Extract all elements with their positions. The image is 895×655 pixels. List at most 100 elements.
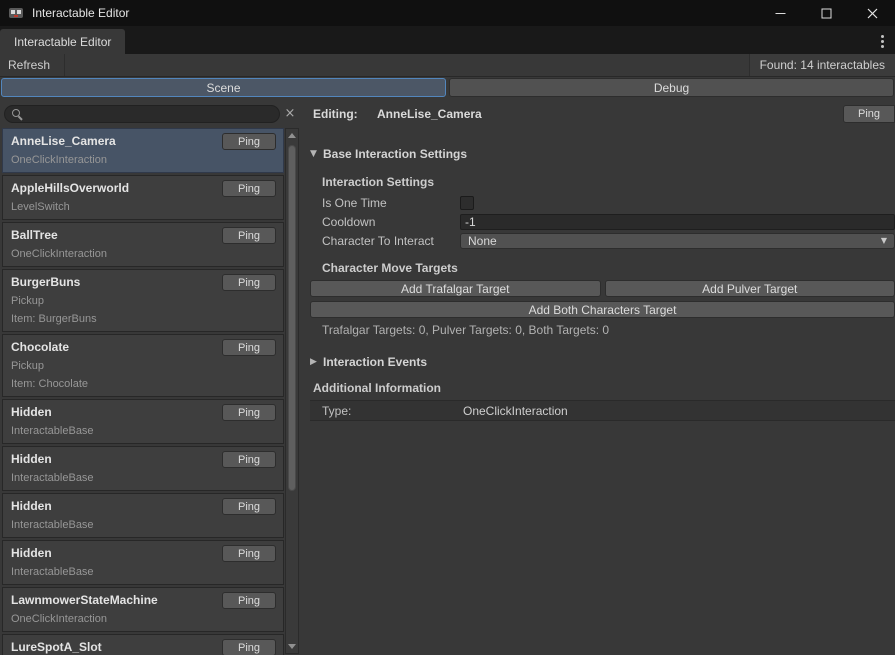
item-subline: OneClickInteraction (11, 247, 275, 261)
is-one-time-checkbox[interactable] (460, 196, 474, 210)
interactable-list: AnneLise_Camera OneClickInteraction Ping… (2, 128, 284, 655)
tab-interactable-editor[interactable]: Interactable Editor (0, 29, 125, 54)
target-buttons-row: Add Trafalgar Target Add Pulver Target (310, 280, 895, 297)
list-item[interactable]: AppleHillsOverworld LevelSwitch Ping (2, 175, 284, 220)
view-tabs: Scene Debug (1, 78, 894, 97)
item-subline: OneClickInteraction (11, 612, 275, 626)
list-item[interactable]: BurgerBuns PickupItem: BurgerBuns Ping (2, 269, 284, 332)
ping-button[interactable]: Ping (222, 133, 276, 150)
item-subline: InteractableBase (11, 518, 275, 532)
list-item[interactable]: Hidden InteractableBase Ping (2, 446, 284, 491)
cooldown-row: Cooldown (322, 213, 895, 230)
scroll-down-icon[interactable] (288, 644, 296, 649)
interactable-editor-window: Interactable Editor Interactable Editor … (0, 0, 895, 655)
type-value: OneClickInteraction (463, 404, 568, 418)
inspector-ping-button[interactable]: Ping (843, 105, 895, 123)
cooldown-label: Cooldown (322, 215, 460, 229)
character-to-interact-row: Character To Interact None ▼ (322, 232, 895, 249)
ping-button[interactable]: Ping (222, 274, 276, 291)
list-item[interactable]: Hidden InteractableBase Ping (2, 493, 284, 538)
window-title: Interactable Editor (32, 6, 129, 20)
close-icon[interactable] (849, 0, 895, 26)
additional-information-header: Additional Information (313, 381, 441, 395)
foldout-label: Interaction Events (323, 355, 427, 369)
list-item[interactable]: BallTree OneClickInteraction Ping (2, 222, 284, 267)
window-controls (757, 0, 895, 26)
item-sublines: Pickup Item: BurgerBuns (11, 294, 275, 326)
item-subline: InteractableBase (11, 565, 275, 579)
type-row: Type: OneClickInteraction (310, 400, 895, 421)
scroll-up-icon[interactable] (288, 133, 296, 138)
search-icon (12, 109, 23, 120)
tab-scene[interactable]: Scene (1, 78, 446, 97)
ping-button[interactable]: Ping (222, 404, 276, 421)
add-pulver-target-button[interactable]: Add Pulver Target (605, 280, 895, 297)
character-dropdown[interactable]: None ▼ (460, 233, 895, 249)
ping-button[interactable]: Ping (222, 180, 276, 197)
item-subline: LevelSwitch (11, 200, 275, 214)
editor-tabstrip: Interactable Editor (0, 26, 895, 54)
foldout-open-icon: ▼ (310, 149, 323, 159)
foldout-label: Base Interaction Settings (323, 147, 467, 161)
item-sublines: OneClickInteraction (11, 612, 275, 626)
list-item[interactable]: Hidden InteractableBase Ping (2, 399, 284, 444)
inspector-panel: Editing: AnneLise_Camera Ping ▼ Base Int… (300, 97, 895, 655)
scroll-thumb[interactable] (288, 145, 296, 491)
search-box[interactable] (4, 105, 280, 123)
content: × AnneLise_Camera OneClickInteraction Pi… (0, 97, 895, 655)
search-row: × (4, 105, 298, 123)
is-one-time-label: Is One Time (322, 196, 460, 210)
ping-button[interactable]: Ping (222, 339, 276, 356)
kebab-menu-icon[interactable] (875, 33, 889, 49)
editing-value: AnneLise_Camera (377, 107, 482, 121)
character-dropdown-value: None (468, 234, 497, 248)
item-sublines: InteractableBase (11, 565, 275, 579)
minimize-icon[interactable] (757, 0, 803, 26)
ping-button[interactable]: Ping (222, 592, 276, 609)
item-sublines: InteractableBase (11, 471, 275, 485)
add-trafalgar-target-button[interactable]: Add Trafalgar Target (310, 280, 601, 297)
targets-summary: Trafalgar Targets: 0, Pulver Targets: 0,… (322, 323, 609, 337)
ping-button[interactable]: Ping (222, 545, 276, 562)
app-icon (8, 5, 24, 21)
list-item[interactable]: AnneLise_Camera OneClickInteraction Ping (2, 128, 284, 173)
item-subline: Item: Chocolate (11, 377, 275, 391)
list-item[interactable]: Hidden InteractableBase Ping (2, 540, 284, 585)
tab-debug[interactable]: Debug (449, 78, 894, 97)
found-count: Found: 14 interactables (749, 54, 895, 76)
item-subline: Pickup (11, 359, 275, 373)
ping-button[interactable]: Ping (222, 451, 276, 468)
titlebar: Interactable Editor (0, 0, 895, 26)
item-sublines: Pickup Item: Chocolate (11, 359, 275, 391)
item-sublines: InteractableBase (11, 424, 275, 438)
list-item[interactable]: LureSpotA_Slot Ping (2, 634, 284, 655)
cooldown-input[interactable] (460, 214, 895, 230)
item-subline: Pickup (11, 294, 275, 308)
is-one-time-row: Is One Time (322, 194, 895, 211)
ping-button[interactable]: Ping (222, 498, 276, 515)
search-input[interactable] (28, 107, 272, 121)
item-subline: Item: BurgerBuns (11, 312, 275, 326)
editing-label: Editing: (313, 107, 358, 121)
list-item[interactable]: Chocolate PickupItem: Chocolate Ping (2, 334, 284, 397)
item-sublines: LevelSwitch (11, 200, 275, 214)
add-both-characters-target-button[interactable]: Add Both Characters Target (310, 301, 895, 318)
scrollbar[interactable] (285, 128, 299, 654)
chevron-down-icon: ▼ (881, 236, 887, 245)
list-item[interactable]: LawnmowerStateMachine OneClickInteractio… (2, 587, 284, 632)
maximize-icon[interactable] (803, 0, 849, 26)
scene-list-panel: × AnneLise_Camera OneClickInteraction Pi… (0, 97, 300, 655)
refresh-button[interactable]: Refresh (0, 54, 65, 76)
type-label: Type: (322, 404, 463, 418)
toolbar: Refresh Found: 14 interactables (0, 54, 895, 77)
foldout-base-interaction-settings[interactable]: ▼ Base Interaction Settings (310, 147, 467, 161)
clear-search-icon[interactable]: × (282, 106, 298, 121)
item-sublines: InteractableBase (11, 518, 275, 532)
inspector-header: Editing: AnneLise_Camera Ping (313, 107, 895, 127)
item-subline: OneClickInteraction (11, 153, 275, 167)
foldout-interaction-events[interactable]: ▶ Interaction Events (310, 355, 427, 369)
item-sublines: OneClickInteraction (11, 247, 275, 261)
item-sublines: OneClickInteraction (11, 153, 275, 167)
ping-button[interactable]: Ping (222, 227, 276, 244)
ping-button[interactable]: Ping (222, 639, 276, 655)
